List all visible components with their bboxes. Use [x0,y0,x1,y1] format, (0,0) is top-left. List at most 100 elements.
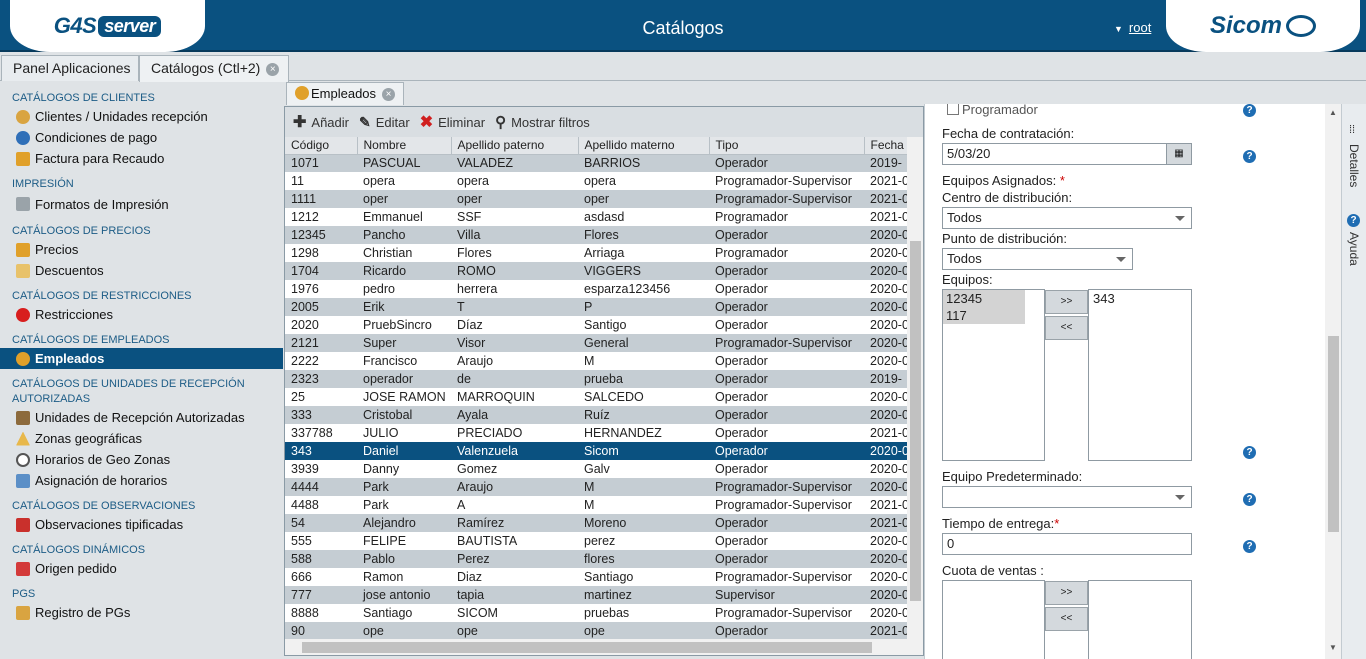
sidebar-item-observaciones[interactable]: Observaciones tipificadas [0,514,283,535]
table-row[interactable]: 337788 JULIO PRECIADO HERNANDEZ Operador 2021… [285,424,907,442]
scroll-up-icon[interactable]: ▲ [1329,108,1337,117]
grid-hscroll-thumb[interactable] [302,642,872,653]
delete-button[interactable]: ✖ Eliminar [420,112,485,132]
table-row[interactable]: 1298 Christian Flores Arriaga Programador 202… [285,244,907,262]
table-row[interactable]: 555 FELIPE BAUTISTA perez Operador 2020-0 [285,532,907,550]
programador-checkbox[interactable] [947,104,959,115]
details-scroll-thumb[interactable] [1328,336,1339,532]
punto-distribucion-select[interactable]: Todos [942,248,1133,270]
tab-empleados[interactable]: Empleados × [286,82,405,105]
table-row[interactable]: 333 Cristobal Ayala Ruíz Operador 2020-0 [285,406,907,424]
grid-vertical-scrollbar[interactable] [907,137,923,655]
sidebar-item-formatos-impresion[interactable]: Formatos de Impresión [0,192,283,216]
table-row[interactable]: 588 Pablo Perez flores Operador 2020-0 [285,550,907,568]
grid-scroll-thumb[interactable] [910,241,921,601]
column-header[interactable]: Apellido paterno [451,137,579,155]
table-cell: jose antonio [357,586,451,604]
sidebar-item-descuentos[interactable]: Descuentos [0,260,283,281]
move-right-button[interactable]: >> [1045,290,1088,314]
sidebar-item-asignacion-horarios[interactable]: Asignación de horarios [0,470,283,491]
user-link[interactable]: root [1129,20,1151,35]
column-header[interactable]: Código [285,137,358,155]
table-row[interactable]: 1071 PASCUAL VALADEZ BARRIOS Operador 2019- [285,154,907,172]
close-tab-icon[interactable]: × [382,88,396,101]
table-row[interactable]: 777 jose antonio tapia martinez Supervisor 20… [285,586,907,604]
equipos-assigned-list[interactable]: 343 [1088,289,1192,461]
move-left-button[interactable]: << [1045,316,1088,340]
add-button[interactable]: ✚ Añadir [293,112,349,132]
help-icon[interactable]: ? [1243,493,1256,506]
help-icon[interactable]: ? [1347,214,1360,227]
table-row[interactable]: 11 opera opera opera Programador-Supervisor 2… [285,172,907,190]
table-row[interactable]: 54 Alejandro Ramírez Moreno Operador 2021-0 [285,514,907,532]
sidebar-item-empleados[interactable]: Empleados [0,348,283,369]
scroll-down-icon[interactable]: ▼ [1329,643,1337,652]
close-tab-icon[interactable]: × [266,63,280,76]
table-row[interactable]: 8888 Santiago SICOM pruebas Programador-Supe… [285,604,907,622]
sidebar-item-zonas-geograficas[interactable]: Zonas geográficas [0,428,283,449]
ayuda-toggle[interactable]: Ayuda [1347,232,1361,266]
fecha-contratacion-input[interactable]: 5/03/20 [942,143,1192,165]
table-row[interactable]: 2222 Francisco Araujo M Operador 2020-0 [285,352,907,370]
equipos-asignados-label: Equipos Asignados: * [942,173,1065,188]
help-icon[interactable]: ? [1243,104,1256,117]
grid-horizontal-scrollbar[interactable] [285,639,907,655]
sidebar-item-condiciones-pago[interactable]: Condiciones de pago [0,127,283,148]
column-header[interactable]: Apellido materno [578,137,710,155]
column-header[interactable]: Tipo [709,137,865,155]
table-row[interactable]: 4444 Park Araujo M Programador-Supervisor 202… [285,478,907,496]
content-tabbar: Empleados × [286,82,1366,105]
help-icon[interactable]: ? [1243,446,1256,459]
equipo-predeterminado-select[interactable] [942,486,1192,508]
list-item[interactable]: 117 [943,307,1025,324]
table-row[interactable]: 3939 Danny Gomez Galv Operador 2020-0 [285,460,907,478]
table-row[interactable]: 1212 Emmanuel SSF asdasd Programador 2021-0 [285,208,907,226]
table-row[interactable]: 1976 pedro herrera esparza123456 Operador 202… [285,280,907,298]
sidebar-item-factura-recaudo[interactable]: Factura para Recaudo [0,148,283,169]
table-cell: 2005 [285,298,357,316]
detalles-toggle[interactable]: Detalles [1347,144,1361,187]
table-row[interactable]: 2020 PruebSincro Díaz Santigo Operador 2020-0 [285,316,907,334]
tab-panel-aplicaciones[interactable]: Panel Aplicaciones [1,55,139,81]
table-row[interactable]: 666 Ramon Diaz Santiago Programador-Supervis… [285,568,907,586]
equipos-available-list[interactable]: 12345 117 [942,289,1045,461]
sidebar-item-precios[interactable]: Precios [0,239,283,260]
cuota-available-list[interactable] [942,580,1045,659]
move-left-button[interactable]: << [1045,607,1088,631]
help-icon[interactable]: ? [1243,540,1256,553]
sidebar-item-unidades-autorizadas[interactable]: Unidades de Recepción Autorizadas [0,407,283,428]
table-row[interactable]: 2121 Super Visor General Programador-Supervi… [285,334,907,352]
section-title-observaciones: CATÁLOGOS DE OBSERVACIONES [12,500,196,512]
tab-catalogos[interactable]: Catálogos (Ctl+2) × [139,55,289,82]
table-row[interactable]: 2323 operador de prueba Operador 2019- [285,370,907,388]
table-row[interactable]: 1111 oper oper oper Programador-Supervisor 20… [285,190,907,208]
table-cell: 2020-0 [864,442,907,460]
column-header[interactable]: Nombre [357,137,452,155]
sidebar-item-restricciones[interactable]: Restricciones [0,304,283,325]
column-header[interactable]: Fecha d [864,137,908,155]
user-menu[interactable]: ▼ root [1114,20,1151,35]
help-icon[interactable]: ? [1243,150,1256,163]
calendar-icon[interactable]: ▦ [1166,143,1192,165]
list-item[interactable]: 343 [1089,290,1191,307]
table-row[interactable]: 12345 Pancho Villa Flores Operador 2020-0 [285,226,907,244]
table-cell: 2020-0 [864,478,907,496]
sidebar-item-registro-pgs[interactable]: Registro de PGs [0,602,283,623]
list-item[interactable]: 12345 [943,290,1025,307]
move-right-button[interactable]: >> [1045,581,1088,605]
table-row[interactable]: 25 JOSE RAMON MARROQUIN SALCEDO Operador 2020… [285,388,907,406]
tiempo-entrega-input[interactable]: 0 [942,533,1192,555]
table-row[interactable]: 4488 Park A M Programador-Supervisor 2021-0 [285,496,907,514]
details-scrollbar[interactable]: ▲ ▼ [1325,104,1341,659]
show-filters-button[interactable]: ⚲ Mostrar filtros [495,113,590,131]
table-row[interactable]: 2005 Erik T P Operador 2020-0 [285,298,907,316]
sidebar-item-horarios-geo-zonas[interactable]: Horarios de Geo Zonas [0,449,283,470]
table-row-selected[interactable]: 343 Daniel Valenzuela Sicom Operador 2020-0 [285,442,907,460]
sidebar-item-origen-pedido[interactable]: Origen pedido [0,558,283,579]
edit-button[interactable]: ✎ Editar [359,114,410,131]
centro-distribucion-select[interactable]: Todos [942,207,1192,229]
cuota-assigned-list[interactable] [1088,580,1192,659]
sidebar-item-clientes[interactable]: Clientes / Unidades recepción [0,106,283,127]
table-row[interactable]: 90 ope ope ope Operador 2021-0 [285,622,907,640]
table-row[interactable]: 1704 Ricardo ROMO VIGGERS Operador 2020-0 [285,262,907,280]
